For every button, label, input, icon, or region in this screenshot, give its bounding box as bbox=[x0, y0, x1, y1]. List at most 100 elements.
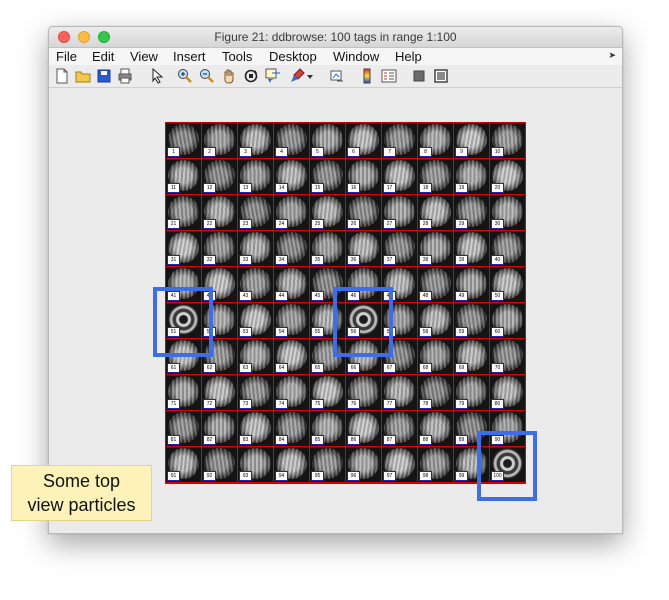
particle-tile[interactable]: 7 bbox=[382, 123, 418, 159]
data-cursor-icon[interactable] bbox=[265, 68, 281, 84]
particle-tile[interactable]: 48 bbox=[418, 267, 454, 303]
particle-tile[interactable]: 76 bbox=[346, 375, 382, 411]
particle-tile[interactable]: 31 bbox=[166, 231, 202, 267]
particle-tile[interactable]: 6 bbox=[346, 123, 382, 159]
title-bar[interactable]: Figure 21: ddbrowse: 100 tags in range 1… bbox=[49, 27, 622, 48]
menu-file[interactable]: File bbox=[56, 49, 77, 64]
particle-tile[interactable]: 63 bbox=[238, 339, 274, 375]
particle-tile[interactable]: 4 bbox=[274, 123, 310, 159]
particle-tile[interactable]: 88 bbox=[418, 411, 454, 447]
particle-tile[interactable]: 5 bbox=[310, 123, 346, 159]
menu-tools[interactable]: Tools bbox=[222, 49, 252, 64]
brush-icon[interactable] bbox=[289, 68, 305, 84]
particle-tile[interactable]: 64 bbox=[274, 339, 310, 375]
particle-tile[interactable]: 20 bbox=[490, 159, 526, 195]
particle-tile[interactable]: 93 bbox=[238, 447, 274, 483]
particle-tile[interactable]: 70 bbox=[490, 339, 526, 375]
particle-tile[interactable]: 53 bbox=[238, 303, 274, 339]
colorbar-icon[interactable] bbox=[359, 68, 375, 84]
particle-tile[interactable]: 96 bbox=[346, 447, 382, 483]
hide-plot-tools-icon[interactable] bbox=[411, 68, 427, 84]
particle-tile[interactable]: 35 bbox=[310, 231, 346, 267]
particle-tile[interactable]: 77 bbox=[382, 375, 418, 411]
particle-tile[interactable]: 87 bbox=[382, 411, 418, 447]
particle-tile[interactable]: 97 bbox=[382, 447, 418, 483]
particle-tile[interactable]: 37 bbox=[382, 231, 418, 267]
particle-tile[interactable]: 71 bbox=[166, 375, 202, 411]
particle-tile[interactable]: 49 bbox=[454, 267, 490, 303]
particle-tile[interactable]: 72 bbox=[202, 375, 238, 411]
particle-tile[interactable]: 69 bbox=[454, 339, 490, 375]
particle-tile[interactable]: 43 bbox=[238, 267, 274, 303]
particle-tile[interactable]: 17 bbox=[382, 159, 418, 195]
particle-tile[interactable]: 39 bbox=[454, 231, 490, 267]
particle-tile[interactable]: 14 bbox=[274, 159, 310, 195]
particle-tile[interactable]: 34 bbox=[274, 231, 310, 267]
particle-tile[interactable]: 81 bbox=[166, 411, 202, 447]
particle-tile[interactable]: 26 bbox=[346, 195, 382, 231]
legend-icon[interactable] bbox=[381, 68, 397, 84]
particle-tile[interactable]: 98 bbox=[418, 447, 454, 483]
particle-tile[interactable]: 21 bbox=[166, 195, 202, 231]
particle-tile[interactable]: 40 bbox=[490, 231, 526, 267]
particle-tile[interactable]: 11 bbox=[166, 159, 202, 195]
particle-tile[interactable]: 13 bbox=[238, 159, 274, 195]
particle-tile[interactable]: 25 bbox=[310, 195, 346, 231]
menu-view[interactable]: View bbox=[130, 49, 158, 64]
particle-tile[interactable]: 30 bbox=[490, 195, 526, 231]
particle-tile[interactable]: 10 bbox=[490, 123, 526, 159]
particle-tile[interactable]: 68 bbox=[418, 339, 454, 375]
particle-tile[interactable]: 82 bbox=[202, 411, 238, 447]
particle-tile[interactable]: 18 bbox=[418, 159, 454, 195]
particle-tile[interactable]: 3 bbox=[238, 123, 274, 159]
particle-tile[interactable]: 32 bbox=[202, 231, 238, 267]
particle-tile[interactable]: 59 bbox=[454, 303, 490, 339]
pan-hand-icon[interactable] bbox=[221, 68, 237, 84]
menu-insert[interactable]: Insert bbox=[173, 49, 206, 64]
show-plot-tools-icon[interactable] bbox=[433, 68, 449, 84]
particle-tile[interactable]: 54 bbox=[274, 303, 310, 339]
particle-tile[interactable]: 9 bbox=[454, 123, 490, 159]
particle-tile[interactable]: 24 bbox=[274, 195, 310, 231]
particle-tile[interactable]: 38 bbox=[418, 231, 454, 267]
particle-tile[interactable]: 27 bbox=[382, 195, 418, 231]
particle-tile[interactable]: 28 bbox=[418, 195, 454, 231]
open-folder-icon[interactable] bbox=[75, 68, 91, 84]
particle-tile[interactable]: 84 bbox=[274, 411, 310, 447]
menu-desktop[interactable]: Desktop bbox=[269, 49, 317, 64]
particle-tile[interactable]: 19 bbox=[454, 159, 490, 195]
particle-tile[interactable]: 8 bbox=[418, 123, 454, 159]
particle-tile[interactable]: 74 bbox=[274, 375, 310, 411]
particle-tile[interactable]: 79 bbox=[454, 375, 490, 411]
particle-tile[interactable]: 58 bbox=[418, 303, 454, 339]
dock-arrow-icon[interactable]: ➤ bbox=[608, 50, 616, 61]
brush-dropdown-icon[interactable] bbox=[305, 68, 315, 84]
particle-tile[interactable]: 86 bbox=[346, 411, 382, 447]
particle-tile[interactable]: 94 bbox=[274, 447, 310, 483]
particle-tile[interactable]: 73 bbox=[238, 375, 274, 411]
particle-tile[interactable]: 36 bbox=[346, 231, 382, 267]
particle-tile[interactable]: 2 bbox=[202, 123, 238, 159]
zoom-in-icon[interactable] bbox=[177, 68, 193, 84]
particle-tile[interactable]: 33 bbox=[238, 231, 274, 267]
particle-tile[interactable]: 50 bbox=[490, 267, 526, 303]
particle-tile[interactable]: 29 bbox=[454, 195, 490, 231]
particle-tile[interactable]: 78 bbox=[418, 375, 454, 411]
particle-tile[interactable]: 16 bbox=[346, 159, 382, 195]
particle-tile[interactable]: 12 bbox=[202, 159, 238, 195]
particle-tile[interactable]: 44 bbox=[274, 267, 310, 303]
particle-tile[interactable]: 22 bbox=[202, 195, 238, 231]
print-icon[interactable] bbox=[117, 68, 133, 84]
menu-window[interactable]: Window bbox=[333, 49, 379, 64]
pointer-icon[interactable] bbox=[149, 68, 165, 84]
particle-tile[interactable]: 15 bbox=[310, 159, 346, 195]
menu-help[interactable]: Help bbox=[395, 49, 422, 64]
particle-tile[interactable]: 75 bbox=[310, 375, 346, 411]
particle-tile[interactable]: 1 bbox=[166, 123, 202, 159]
link-plot-icon[interactable] bbox=[329, 68, 345, 84]
save-icon[interactable] bbox=[96, 68, 112, 84]
particle-tile[interactable]: 95 bbox=[310, 447, 346, 483]
particle-tile[interactable]: 23 bbox=[238, 195, 274, 231]
rotate-3d-icon[interactable] bbox=[243, 68, 259, 84]
new-file-icon[interactable] bbox=[54, 68, 70, 84]
